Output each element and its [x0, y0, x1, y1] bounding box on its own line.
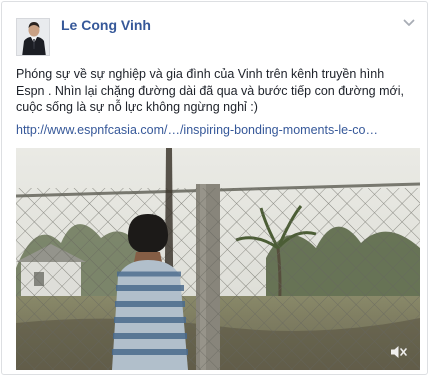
post-text: Phóng sự về sự nghiệp và gia đình của Vi… [16, 66, 416, 116]
mute-icon[interactable] [390, 344, 408, 360]
post-header: Le Cong Vinh [16, 16, 416, 58]
post-link[interactable]: http://www.espnfcasia.com/…/inspiring-bo… [16, 123, 416, 137]
post-text-line: Espn . Nhìn lại chặng đường dài đã qua v… [16, 83, 404, 98]
video-frame [16, 148, 420, 370]
author-name[interactable]: Le Cong Vinh [61, 17, 151, 33]
post-card: Le Cong Vinh Phóng sự về sự nghiệp và gi… [1, 1, 428, 375]
post-text-line: cuộc sống là sự nỗ lực không ngừng nghỉ … [16, 100, 258, 114]
avatar[interactable] [16, 18, 50, 56]
video-player[interactable] [16, 148, 420, 370]
post-text-line: Phóng sự về sự nghiệp và gia đình của Vi… [16, 67, 385, 81]
chevron-down-icon[interactable] [402, 16, 416, 30]
